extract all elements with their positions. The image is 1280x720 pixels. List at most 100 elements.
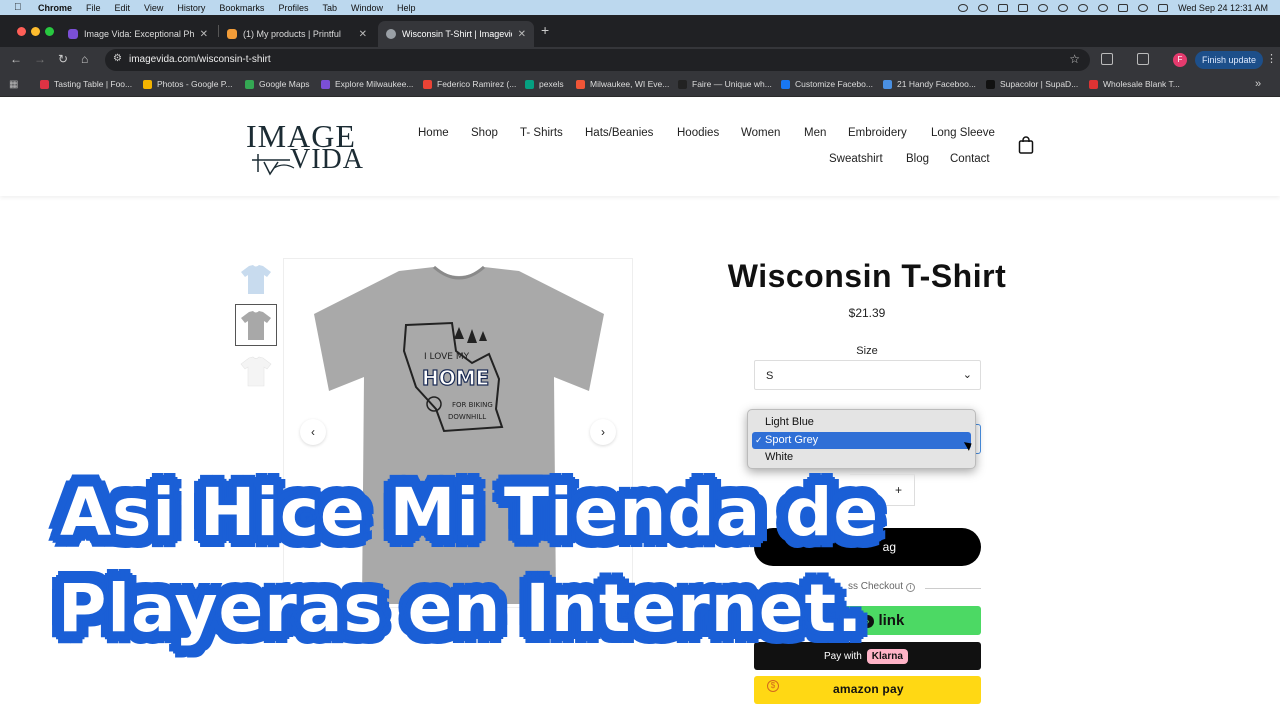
menu-view[interactable]: View xyxy=(144,3,163,13)
next-image-button[interactable]: › xyxy=(590,419,616,445)
site-settings-icon[interactable]: ⚙ xyxy=(113,53,122,64)
product-thumbnail-sport-grey[interactable] xyxy=(235,304,277,346)
menu-chrome[interactable]: Chrome xyxy=(38,3,72,13)
apple-icon[interactable]:  xyxy=(14,2,26,13)
bookmark-item[interactable]: Customize Facebo... xyxy=(781,79,873,89)
menu-bookmarks[interactable]: Bookmarks xyxy=(219,3,264,13)
pay-with-link-button[interactable]: th › link xyxy=(754,606,981,635)
bookmark-label: Wholesale Blank T... xyxy=(1103,79,1180,89)
creative-cloud-icon[interactable] xyxy=(978,3,989,12)
address-bar[interactable]: ⚙ imagevida.com/wisconsin-t-shirt ☆ xyxy=(105,49,1090,71)
focus-icon[interactable] xyxy=(1078,3,1089,12)
shirt-print-line2: HOME xyxy=(422,366,489,390)
nav-embroidery[interactable]: Embroidery xyxy=(848,127,907,139)
bookmark-favicon-icon xyxy=(143,79,152,89)
airdrop-icon[interactable] xyxy=(1038,3,1049,12)
menu-tab[interactable]: Tab xyxy=(322,3,337,13)
menu-file[interactable]: File xyxy=(86,3,101,13)
reload-icon[interactable]: ↻ xyxy=(58,52,68,66)
nav-sweatshirt[interactable]: Sweatshirt xyxy=(829,153,883,165)
chrome-toolbar: ← → ↻ ⌂ ⚙ imagevida.com/wisconsin-t-shir… xyxy=(0,47,1280,73)
bookmark-item[interactable]: Federico Ramirez (... xyxy=(423,79,516,89)
nav-long-sleeve[interactable]: Long Sleeve xyxy=(931,127,995,139)
finish-update-button[interactable]: Finish update xyxy=(1195,51,1263,69)
bookmark-item[interactable]: 21 Handy Faceboo... xyxy=(883,79,976,89)
menu-profiles[interactable]: Profiles xyxy=(278,3,308,13)
menu-window[interactable]: Window xyxy=(351,3,383,13)
close-tab-icon[interactable]: ✕ xyxy=(518,29,526,40)
bluetooth-icon[interactable] xyxy=(1058,3,1069,12)
close-window-button[interactable] xyxy=(17,27,26,36)
nav-contact[interactable]: Contact xyxy=(950,153,990,165)
profile-avatar[interactable]: F xyxy=(1173,53,1187,67)
close-tab-icon[interactable]: ✕ xyxy=(359,29,367,40)
menu-edit[interactable]: Edit xyxy=(115,3,131,13)
bookmark-item[interactable]: Google Maps xyxy=(245,79,310,89)
minimize-window-button[interactable] xyxy=(31,27,40,36)
product-thumbnail-light-blue[interactable] xyxy=(235,258,277,300)
pay-with-klarna-button[interactable]: Pay with Klarna xyxy=(754,642,981,670)
home-icon[interactable]: ⌂ xyxy=(81,52,88,66)
color-option-light-blue[interactable]: Light Blue xyxy=(752,414,971,432)
menu-history[interactable]: History xyxy=(177,3,205,13)
apps-grid-icon[interactable]: ▦ xyxy=(9,79,18,90)
keyboard-icon[interactable] xyxy=(1018,3,1029,12)
amazon-pay-button[interactable]: $ amazon pay xyxy=(754,676,981,704)
tab-label: Image Vida: Exceptional Phot xyxy=(84,29,194,39)
nav-hats-beanies[interactable]: Hats/Beanies xyxy=(585,127,653,139)
bookmarks-bar: ▦ Tasting Table | Foo... Photos - Google… xyxy=(0,73,1280,97)
tab-image-vida[interactable]: Image Vida: Exceptional Phot ✕ xyxy=(60,21,216,47)
nav-blog[interactable]: Blog xyxy=(906,153,929,165)
battery-icon[interactable] xyxy=(1118,3,1129,12)
nav-shop[interactable]: Shop xyxy=(471,127,498,139)
close-tab-icon[interactable]: ✕ xyxy=(200,29,208,40)
quantity-increase-button[interactable]: + xyxy=(895,483,902,497)
bookmark-item[interactable]: Explore Milwaukee... xyxy=(321,79,413,89)
quantity-stepper[interactable]: + xyxy=(850,474,915,506)
shopping-bag-icon[interactable] xyxy=(1018,136,1034,154)
back-icon[interactable]: ← xyxy=(10,52,22,66)
extensions-icon[interactable] xyxy=(1101,53,1113,65)
bookmark-label: Supacolor | SupaD... xyxy=(1000,79,1079,89)
wifi-icon[interactable] xyxy=(1098,3,1109,12)
tab-search-icon[interactable] xyxy=(1137,53,1149,65)
bookmark-item[interactable]: Tasting Table | Foo... xyxy=(40,79,132,89)
chrome-menu-icon[interactable]: ⋮ xyxy=(1266,52,1277,65)
menu-help[interactable]: Help xyxy=(397,3,416,13)
url-text[interactable]: imagevida.com/wisconsin-t-shirt xyxy=(129,54,271,65)
bookmark-item[interactable]: Milwaukee, WI Eve... xyxy=(576,79,669,89)
info-icon[interactable]: i xyxy=(906,583,915,592)
nav-home[interactable]: Home xyxy=(418,127,449,139)
macos-menu-bar:  Chrome File Edit View History Bookmark… xyxy=(0,0,1280,15)
bookmark-item[interactable]: Photos - Google P... xyxy=(143,79,232,89)
maximize-window-button[interactable] xyxy=(45,27,54,36)
more-bookmarks-icon[interactable]: » xyxy=(1255,78,1261,90)
image-vida-logo[interactable]: IMAGE VIDA xyxy=(246,118,404,178)
product-thumbnail-white[interactable] xyxy=(235,350,277,392)
tab-wisconsin-t-shirt[interactable]: Wisconsin T-Shirt | Imagevida ✕ xyxy=(378,21,534,47)
menu-clock[interactable]: Wed Sep 24 12:31 AM xyxy=(1178,3,1268,13)
size-select[interactable]: S ⌄ xyxy=(754,360,981,390)
previous-image-button[interactable]: ‹ xyxy=(300,419,326,445)
bookmark-label: Faire — Unique wh... xyxy=(692,79,772,89)
nav-women[interactable]: Women xyxy=(741,127,780,139)
new-tab-icon[interactable]: + xyxy=(541,22,549,38)
color-option-white[interactable]: White xyxy=(752,449,971,467)
record-icon[interactable] xyxy=(958,3,969,12)
tab-printful[interactable]: (1) My products | Printful ✕ xyxy=(219,21,375,47)
bookmark-item[interactable]: Faire — Unique wh... xyxy=(678,79,772,89)
bookmark-item[interactable]: Wholesale Blank T... xyxy=(1089,79,1180,89)
nav-hoodies[interactable]: Hoodies xyxy=(677,127,719,139)
display-icon[interactable] xyxy=(998,3,1009,12)
nav-men[interactable]: Men xyxy=(804,127,826,139)
add-to-bag-button[interactable]: ag xyxy=(754,528,981,566)
color-option-sport-grey[interactable]: ✓ Sport Grey xyxy=(752,431,971,449)
bookmark-star-icon[interactable]: ☆ xyxy=(1069,52,1080,66)
product-price: $21.39 xyxy=(848,306,886,320)
nav-t-shirts[interactable]: T- Shirts xyxy=(520,127,563,139)
bookmark-item[interactable]: pexels xyxy=(525,79,564,89)
bookmark-item[interactable]: Supacolor | SupaD... xyxy=(986,79,1078,89)
control-center-icon[interactable] xyxy=(1158,3,1169,12)
forward-icon[interactable]: → xyxy=(34,52,46,66)
spotlight-icon[interactable] xyxy=(1138,3,1149,12)
